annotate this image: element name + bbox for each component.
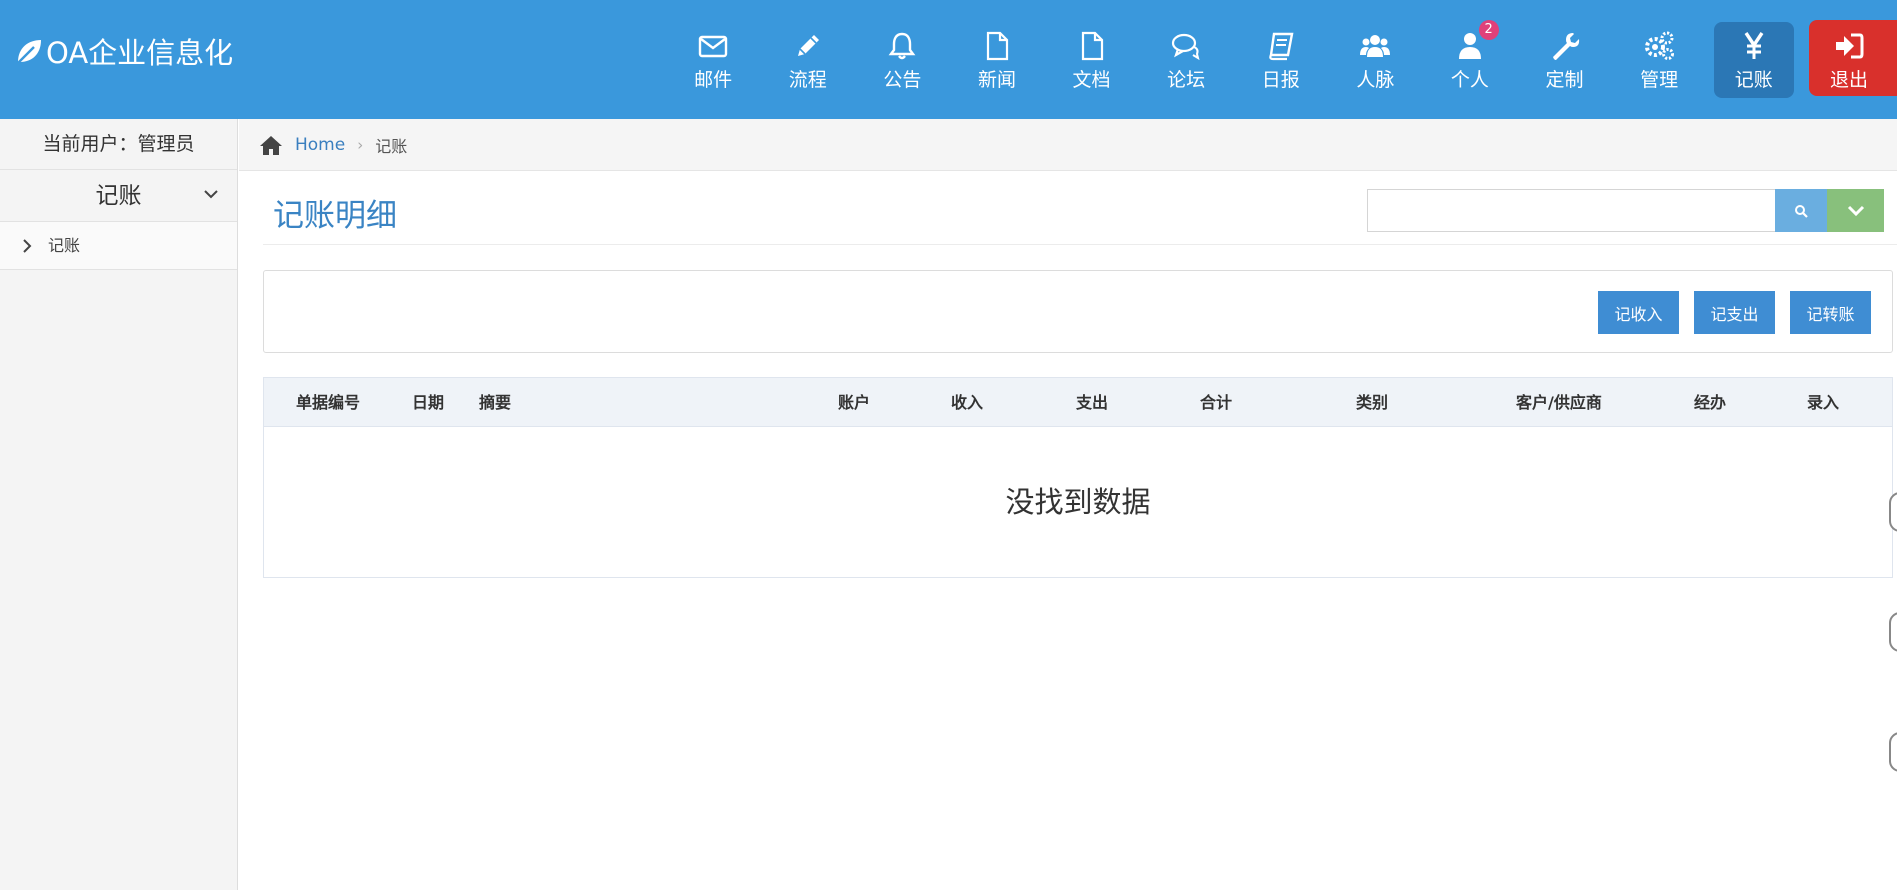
- column-header[interactable]: 单据编号: [296, 378, 360, 427]
- nav-workflow-label: 流程: [788, 69, 827, 91]
- ledger-table: 单据编号 日期 摘要 账户 收入 支出 合计 类别 客户/供应商 经办 录入 没…: [263, 377, 1893, 578]
- yen-icon: [1744, 32, 1764, 59]
- empty-state-message: 没找到数据: [1005, 485, 1151, 519]
- nav-workflow[interactable]: 流程: [760, 0, 855, 119]
- breadcrumb-home-link[interactable]: Home: [295, 135, 345, 155]
- file-icon: [986, 31, 1009, 61]
- gears-icon: [1645, 31, 1675, 60]
- column-header[interactable]: 合计: [1200, 378, 1232, 427]
- nav-daily-report[interactable]: 日报: [1233, 0, 1328, 119]
- breadcrumb-separator-icon: ›: [357, 135, 364, 154]
- top-navbar: OA企业信息化 邮件 流程 公告 新闻 文档 论坛 日报 人脉 个人 2 定制 …: [0, 0, 1897, 119]
- bell-icon: [888, 32, 916, 60]
- column-header[interactable]: 类别: [1356, 378, 1388, 427]
- chevron-down-icon: [204, 190, 218, 199]
- advanced-search-toggle-button[interactable]: [1827, 189, 1884, 232]
- column-header[interactable]: 客户/供应商: [1516, 378, 1602, 427]
- book-icon: [1268, 32, 1294, 61]
- sidebar-item-accounting[interactable]: 记账: [0, 222, 237, 270]
- search-group: [1367, 189, 1884, 232]
- page-header: 记账明细: [263, 171, 1897, 245]
- breadcrumb-current: 记账: [375, 136, 408, 156]
- nav-logout-label: 退出: [1829, 69, 1868, 91]
- brand-logo[interactable]: OA企业信息化: [14, 30, 233, 72]
- floating-side-handle[interactable]: [1889, 612, 1897, 652]
- search-icon: [1795, 204, 1808, 218]
- search-button[interactable]: [1775, 189, 1827, 232]
- chat-icon: [1172, 33, 1200, 61]
- brand-title: OA企业信息化: [46, 36, 234, 70]
- sidebar: 当前用户：管理员 记账 记账: [0, 119, 238, 890]
- action-toolbar: 记收入 记支出 记转账: [263, 270, 1893, 353]
- document-icon: [1081, 31, 1103, 61]
- nav-contacts[interactable]: 人脉: [1328, 0, 1423, 119]
- search-input[interactable]: [1367, 189, 1775, 232]
- breadcrumb: Home › 记账: [239, 119, 1897, 171]
- record-expense-button[interactable]: 记支出: [1694, 291, 1775, 334]
- chevron-right-icon: [23, 239, 32, 253]
- floating-side-handle[interactable]: [1889, 732, 1897, 772]
- sidebar-item-label: 记账: [48, 236, 81, 255]
- current-user: 当前用户：管理员: [0, 119, 237, 170]
- leaf-icon: [16, 40, 41, 65]
- signout-icon: [1836, 33, 1864, 59]
- nav-notice[interactable]: 公告: [855, 0, 950, 119]
- nav-daily-report-label: 日报: [1261, 69, 1300, 91]
- nav-personal-label: 个人: [1450, 69, 1489, 91]
- mail-icon: [698, 35, 728, 58]
- chevron-down-icon: [1847, 205, 1864, 216]
- column-header[interactable]: 账户: [838, 378, 870, 427]
- pencil-icon: [797, 35, 819, 56]
- column-header[interactable]: 摘要: [479, 378, 511, 427]
- wrench-icon: [1552, 33, 1579, 60]
- nav-logout[interactable]: 退出: [1801, 0, 1897, 119]
- column-header[interactable]: 日期: [412, 378, 444, 427]
- record-transfer-button[interactable]: 记转账: [1790, 291, 1871, 334]
- nav-customize-label: 定制: [1545, 69, 1584, 91]
- nav-admin[interactable]: 管理: [1612, 0, 1707, 119]
- table-header: 单据编号 日期 摘要 账户 收入 支出 合计 类别 客户/供应商 经办 录入: [264, 378, 1892, 427]
- nav-news[interactable]: 新闻: [950, 0, 1045, 119]
- nav-mail-label: 邮件: [694, 69, 733, 91]
- column-header[interactable]: 录入: [1807, 378, 1839, 427]
- main-nav: 邮件 流程 公告 新闻 文档 论坛 日报 人脉 个人 2 定制 管理 记账 退出: [666, 0, 1897, 119]
- column-header[interactable]: 收入: [951, 378, 983, 427]
- nav-accounting-label: 记账: [1734, 69, 1773, 91]
- nav-admin-label: 管理: [1640, 69, 1679, 91]
- floating-side-handle[interactable]: [1889, 492, 1897, 532]
- nav-forum[interactable]: 论坛: [1139, 0, 1234, 119]
- sidebar-menu-accounting[interactable]: 记账: [0, 170, 237, 222]
- nav-notice-label: 公告: [883, 69, 922, 91]
- nav-personal[interactable]: 个人 2: [1423, 0, 1518, 119]
- record-income-button[interactable]: 记收入: [1598, 291, 1679, 334]
- nav-forum-label: 论坛: [1167, 69, 1206, 91]
- nav-customize[interactable]: 定制: [1517, 0, 1612, 119]
- page-title: 记账明细: [273, 198, 397, 234]
- home-icon[interactable]: [259, 134, 283, 156]
- column-header[interactable]: 经办: [1694, 378, 1726, 427]
- nav-documents[interactable]: 文档: [1044, 0, 1139, 119]
- sidebar-menu-title: 记账: [95, 183, 142, 209]
- column-header[interactable]: 支出: [1076, 378, 1108, 427]
- notification-badge: 2: [1478, 20, 1499, 40]
- nav-contacts-label: 人脉: [1356, 69, 1395, 91]
- nav-mail[interactable]: 邮件: [666, 0, 761, 119]
- nav-news-label: 新闻: [977, 69, 1016, 91]
- users-icon: [1360, 35, 1391, 57]
- nav-accounting[interactable]: 记账: [1706, 0, 1801, 119]
- nav-documents-label: 文档: [1072, 69, 1111, 91]
